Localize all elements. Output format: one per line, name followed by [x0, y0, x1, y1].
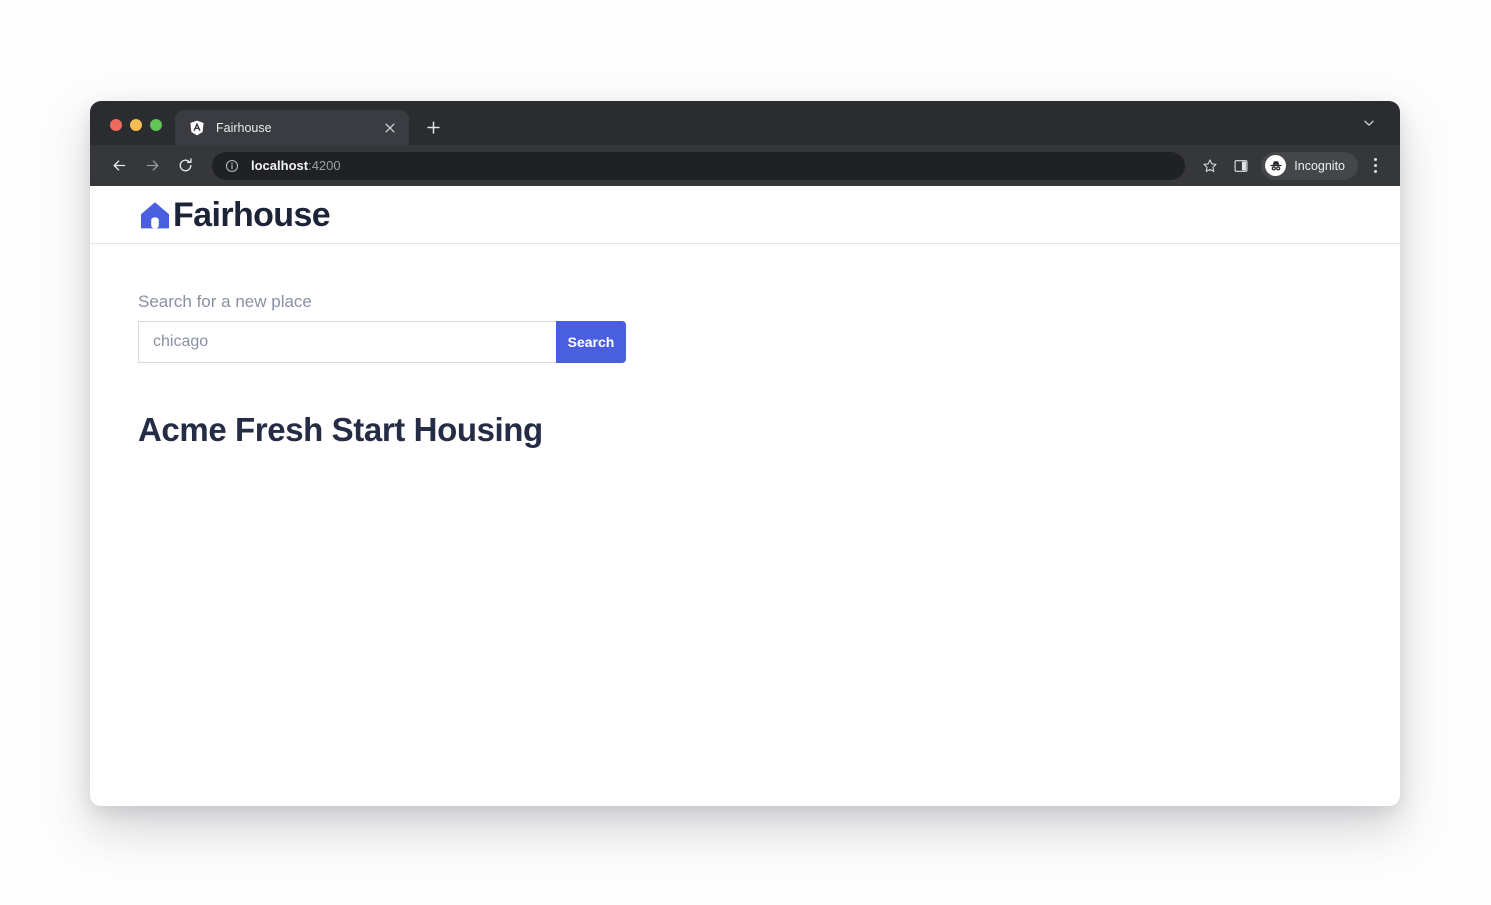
new-tab-button[interactable] — [419, 113, 447, 141]
info-circle-icon[interactable] — [224, 158, 240, 174]
incognito-icon — [1265, 155, 1287, 176]
brand-name: Fairhouse — [173, 195, 331, 234]
page-viewport: Fairhouse Search for a new place Search … — [90, 186, 1400, 806]
house-icon — [138, 198, 172, 232]
tab-title: Fairhouse — [216, 120, 272, 135]
address-bar-host: localhost — [251, 158, 309, 173]
angular-shield-icon — [189, 120, 205, 136]
three-dot-menu-icon[interactable] — [1362, 153, 1388, 179]
site-header: Fairhouse — [90, 186, 1400, 244]
menu-dot — [1373, 170, 1377, 173]
chevron-down-icon[interactable] — [1354, 108, 1384, 138]
close-tab-icon[interactable] — [381, 119, 399, 137]
brand[interactable]: Fairhouse — [138, 195, 331, 234]
maximize-window-button[interactable] — [150, 119, 162, 131]
incognito-label: Incognito — [1294, 158, 1345, 173]
close-window-button[interactable] — [110, 119, 122, 131]
address-bar-url: localhost:4200 — [251, 158, 341, 173]
menu-dot — [1373, 158, 1377, 161]
forward-arrow-icon[interactable] — [137, 151, 167, 181]
reload-icon[interactable] — [170, 151, 200, 181]
search-button[interactable]: Search — [556, 321, 626, 363]
incognito-profile-button[interactable]: Incognito — [1261, 151, 1358, 180]
browser-toolbar: localhost:4200 Incognito — [90, 145, 1400, 186]
browser-window: Fairhouse localhost:4200 Incognito Fairh… — [90, 101, 1400, 806]
browser-tab-fairhouse[interactable]: Fairhouse — [175, 110, 409, 145]
main-content: Search for a new place Search Acme Fresh… — [90, 244, 1400, 449]
search-label: Search for a new place — [138, 292, 312, 311]
back-arrow-icon[interactable] — [104, 151, 134, 181]
minimize-window-button[interactable] — [130, 119, 142, 131]
menu-dot — [1373, 164, 1377, 167]
window-traffic-lights — [90, 119, 175, 145]
search-row: Search — [138, 321, 626, 363]
address-bar-port: :4200 — [308, 158, 341, 173]
search-input[interactable] — [138, 321, 556, 363]
results-heading: Acme Fresh Start Housing — [138, 411, 543, 448]
side-panel-icon[interactable] — [1227, 152, 1255, 180]
tab-strip: Fairhouse — [90, 101, 1400, 145]
star-icon[interactable] — [1196, 152, 1224, 180]
address-bar[interactable]: localhost:4200 — [212, 151, 1186, 180]
